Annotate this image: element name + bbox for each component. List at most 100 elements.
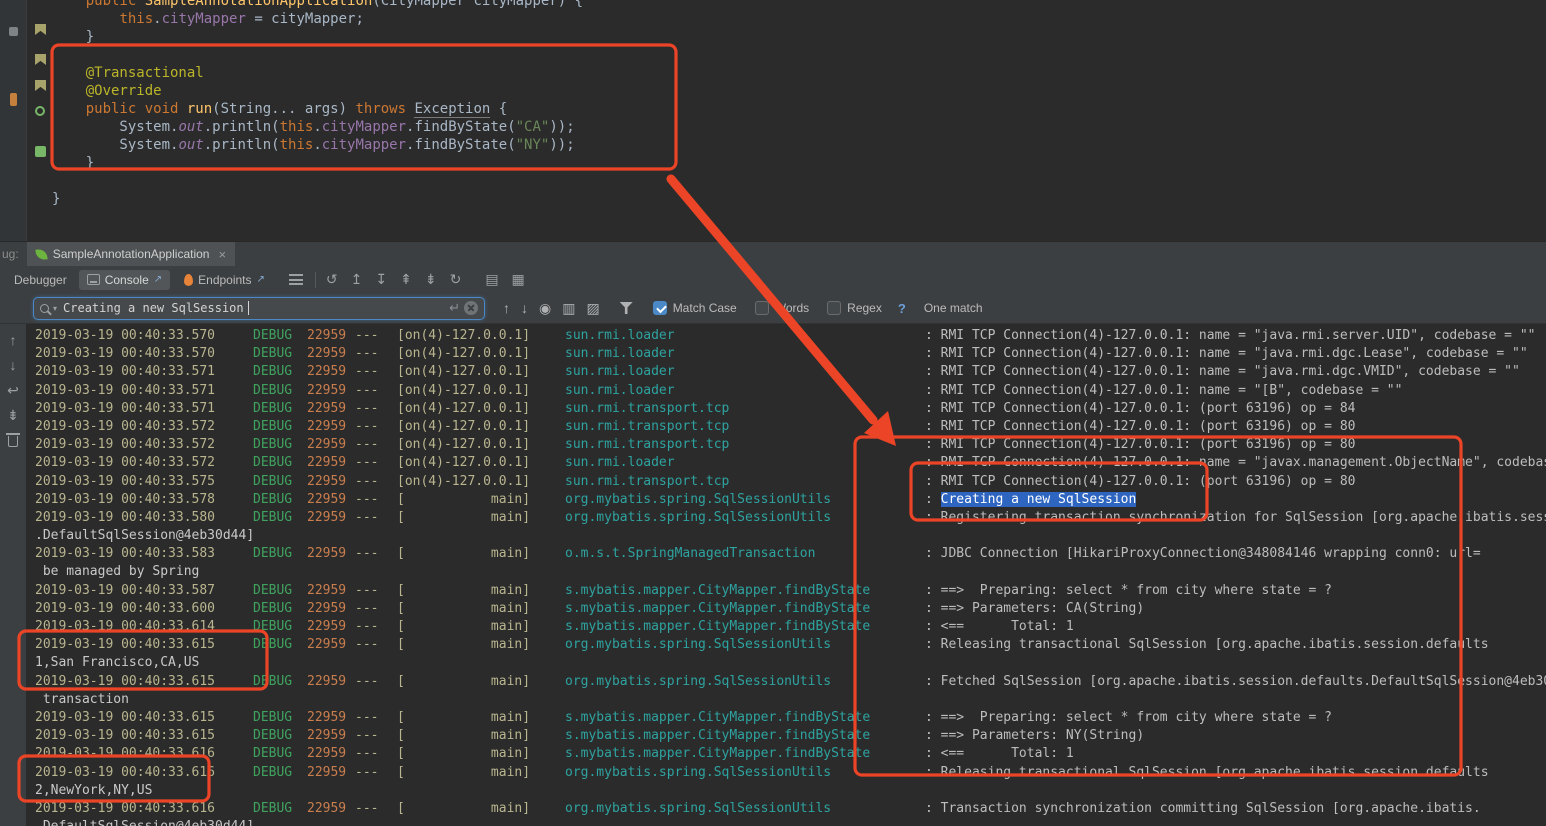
code-token: )); <box>549 137 575 153</box>
select-all-occurrences-icon[interactable]: ▨ <box>586 300 599 317</box>
log-level: DEBUG <box>253 382 293 398</box>
rerun-icon[interactable]: ↺ <box>326 271 338 288</box>
checkbox-icon[interactable] <box>652 301 667 315</box>
spring-boot-icon <box>34 247 48 261</box>
endpoints-tab-label: Endpoints <box>198 272 252 287</box>
code-token: System. <box>52 137 179 153</box>
bean-marker-icon[interactable] <box>35 146 46 157</box>
layout-settings-icon[interactable] <box>288 274 303 285</box>
log-timestamp: 2019-03-19 00:40:33.571 <box>35 364 216 380</box>
log-level: DEBUG <box>253 600 293 616</box>
log-pid: 22959 <box>307 582 347 598</box>
log-timestamp: 2019-03-19 00:40:33.580 <box>35 509 216 525</box>
log-line: 2019-03-19 00:40:33.616 DEBUG 22959 --- [ ma… <box>35 800 1546 818</box>
wrapped-line: .DefaultSqlSession@4eb30d44] <box>35 528 255 544</box>
log-separator: --- <box>355 491 379 507</box>
page-down-icon[interactable]: ⇟ <box>425 271 437 288</box>
help-icon[interactable]: ? <box>898 301 906 316</box>
clear-search-icon[interactable] <box>464 301 478 315</box>
log-pid: 22959 <box>307 418 347 434</box>
search-option-regex[interactable]: Regex <box>827 301 882 315</box>
log-line: 2019-03-19 00:40:33.578 DEBUG 22959 --- [ ma… <box>35 491 1546 509</box>
log-message: : RMI TCP Connection(4)-127.0.0.1: (port… <box>925 418 1356 434</box>
code-token: . <box>313 137 322 153</box>
search-option-match-case[interactable]: Match Case <box>652 301 737 315</box>
log-logger: s.mybatis.mapper.CityMapper.findByState <box>565 619 871 634</box>
search-option-words[interactable]: Words <box>754 301 809 315</box>
scroll-down-icon[interactable]: ↧ <box>375 271 387 288</box>
log-logger: sun.rmi.transport.tcp <box>565 437 730 453</box>
code-token: . <box>153 11 162 27</box>
log-logger: sun.rmi.loader <box>565 455 675 471</box>
log-pid: 22959 <box>307 346 347 362</box>
log-timestamp: 2019-03-19 00:40:33.570 <box>35 328 216 343</box>
log-thread: [on(4)-127.0.0.1] <box>397 364 531 380</box>
previous-occurrence-icon[interactable]: ↑ <box>503 300 510 316</box>
log-level: DEBUG <box>253 455 293 471</box>
log-thread: [on(4)-127.0.0.1] <box>397 400 531 416</box>
bookmark-icon[interactable] <box>35 80 46 91</box>
code-line: @Transactional <box>52 64 583 82</box>
log-message: : RMI TCP Connection(4)-127.0.0.1: name … <box>925 382 1403 398</box>
filter-results-icon[interactable] <box>619 302 633 314</box>
checkbox-icon[interactable] <box>754 301 769 315</box>
page-up-icon[interactable]: ⇞ <box>400 271 412 288</box>
log-logger: s.mybatis.mapper.CityMapper.findByState <box>565 600 871 616</box>
close-tab-icon[interactable]: × <box>218 247 226 262</box>
log-timestamp: 2019-03-19 00:40:33.572 <box>35 437 216 453</box>
editor-code[interactable]: public SampleAnnotationApplication(CityM… <box>52 0 583 208</box>
tab-endpoints[interactable]: Endpoints ↗ <box>176 270 273 290</box>
stripe-marker-icon[interactable] <box>9 27 18 36</box>
log-logger: org.mybatis.spring.SqlSessionUtils <box>565 673 832 689</box>
log-level: DEBUG <box>253 673 293 689</box>
scroll-to-end-icon[interactable]: ⇟ <box>7 407 19 423</box>
log-pid: 22959 <box>307 764 347 780</box>
log-message: : <== Total: 1 <box>925 619 1074 634</box>
log-line: 2019-03-19 00:40:33.615 DEBUG 22959 --- [ ma… <box>35 673 1546 691</box>
log-message: : ==> Parameters: CA(String) <box>925 600 1145 616</box>
grid-view-icon[interactable]: ▦ <box>512 271 525 288</box>
log-timestamp: 2019-03-19 00:40:33.616 <box>35 764 216 780</box>
highlight-all-icon[interactable]: ◉ <box>539 300 551 317</box>
up-stack-trace-icon[interactable]: ↑ <box>10 332 17 348</box>
log-logger: sun.rmi.transport.tcp <box>565 473 730 489</box>
console-log[interactable]: 2019-03-19 00:40:33.570 DEBUG 22959 --- [on(… <box>26 324 1546 826</box>
down-stack-trace-icon[interactable]: ↓ <box>10 357 17 373</box>
log-level: DEBUG <box>253 346 293 362</box>
bookmark-icon[interactable] <box>35 24 46 35</box>
override-marker-icon[interactable] <box>35 106 45 116</box>
log-pid: 22959 <box>307 600 347 616</box>
tab-sample-annotation-application[interactable]: SampleAnnotationApplication × <box>26 241 236 267</box>
search-history-arrow-icon[interactable]: ▾ <box>53 304 57 313</box>
code-token: public <box>85 0 145 9</box>
scroll-up-icon[interactable]: ↥ <box>351 271 363 288</box>
code-token: .println( <box>203 137 280 153</box>
code-token: (String... args) <box>212 101 356 117</box>
log-timestamp: 2019-03-19 00:40:33.571 <box>35 382 216 398</box>
bookmark-icon[interactable] <box>35 54 46 65</box>
log-line: 2019-03-19 00:40:33.572 DEBUG 22959 --- [on(… <box>35 418 1546 436</box>
stripe-breakpoint-icon[interactable] <box>10 93 17 106</box>
tab-console[interactable]: Console ↗ <box>78 269 171 290</box>
add-occurrence-icon[interactable]: ▥ <box>562 300 575 317</box>
editor-pane[interactable]: public SampleAnnotationApplication(CityM… <box>0 0 1546 241</box>
refresh-icon[interactable]: ↻ <box>450 271 462 288</box>
code-token: } <box>52 155 95 171</box>
next-occurrence-icon[interactable]: ↓ <box>521 300 528 316</box>
debug-toolbar: Debugger Console ↗ Endpoints ↗ ↺ ↥ ↧ ⇞ ⇟ ↻ ▤ ▦ <box>0 266 1546 293</box>
log-thread: [ main] <box>397 728 531 744</box>
log-message: : RMI TCP Connection(4)-127.0.0.1: name … <box>925 328 1536 343</box>
search-icon[interactable] <box>40 303 49 313</box>
log-separator: --- <box>355 637 379 653</box>
console-icon <box>86 274 100 285</box>
log-level: DEBUG <box>253 418 293 434</box>
search-input[interactable]: ▾ Creating a new SqlSession ↵ <box>33 296 485 320</box>
soft-wrap-icon[interactable]: ↩ <box>7 382 19 398</box>
log-pid: 22959 <box>307 455 347 471</box>
checkbox-icon[interactable] <box>827 301 842 315</box>
table-view-icon[interactable]: ▤ <box>485 271 498 288</box>
log-line: 2019-03-19 00:40:33.571 DEBUG 22959 --- [on(… <box>35 382 1546 400</box>
tab-debugger[interactable]: Debugger <box>8 270 73 290</box>
clear-all-icon[interactable] <box>5 432 20 448</box>
